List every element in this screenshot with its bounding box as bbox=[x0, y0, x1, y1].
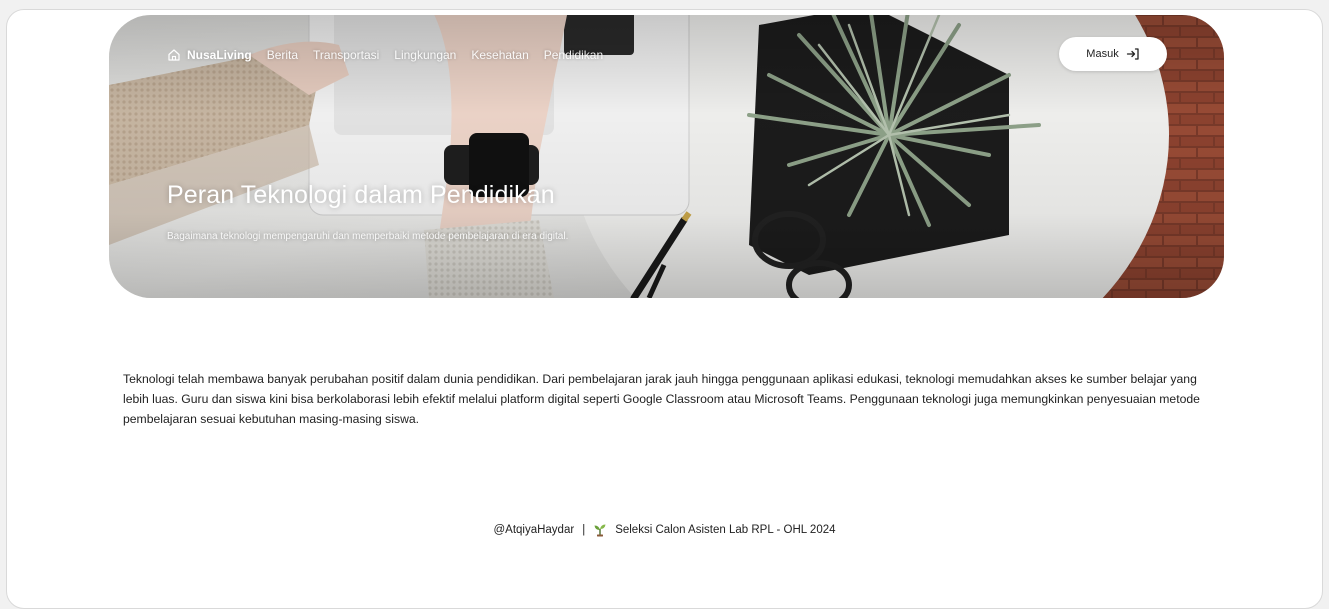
hero-title: Peran Teknologi dalam Pendidikan bbox=[167, 181, 555, 209]
login-button-label: Masuk bbox=[1086, 48, 1119, 60]
footer-separator: | bbox=[582, 524, 586, 536]
footer: @AtqiyaHaydar | Seleksi Calon Asisten La… bbox=[7, 523, 1322, 537]
nav-link-transportasi[interactable]: Transportasi bbox=[313, 48, 379, 62]
login-button[interactable]: Masuk bbox=[1059, 37, 1167, 71]
footer-handle: @AtqiyaHaydar bbox=[493, 524, 575, 536]
hero-subtitle: Bagaimana teknologi mempengaruhi dan mem… bbox=[167, 231, 569, 242]
home-icon bbox=[168, 49, 180, 61]
nav-link-lingkungan[interactable]: Lingkungan bbox=[394, 48, 456, 62]
top-navigation: NusaLiving Berita Transportasi Lingkunga… bbox=[167, 45, 618, 65]
nav-link-kesehatan[interactable]: Kesehatan bbox=[471, 48, 528, 62]
brand-logo[interactable]: NusaLiving bbox=[167, 48, 252, 62]
nav-link-pendidikan[interactable]: Pendidikan bbox=[544, 48, 603, 62]
article-body: Teknologi telah membawa banyak perubahan… bbox=[123, 372, 1200, 426]
sprout-icon bbox=[594, 524, 606, 537]
page-frame: NusaLiving Berita Transportasi Lingkunga… bbox=[6, 9, 1323, 609]
hero-banner: NusaLiving Berita Transportasi Lingkunga… bbox=[109, 15, 1224, 298]
login-arrow-icon bbox=[1126, 48, 1139, 60]
nav-link-berita[interactable]: Berita bbox=[267, 48, 298, 62]
footer-text: Seleksi Calon Asisten Lab RPL - OHL 2024 bbox=[615, 524, 836, 536]
brand-name: NusaLiving bbox=[187, 48, 252, 62]
